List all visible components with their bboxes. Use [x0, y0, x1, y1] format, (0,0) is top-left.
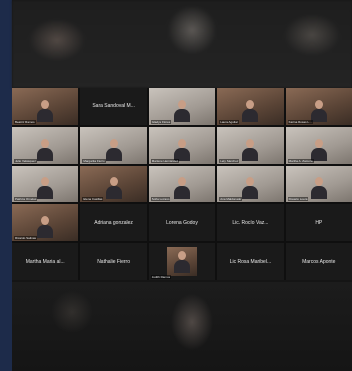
participant-tile[interactable]: Ana Maldonado [217, 165, 284, 203]
participant-tile[interactable]: Julio Velásquez [12, 126, 79, 164]
participant-name: Sara Sandoval M... [92, 103, 135, 110]
participant-tile[interactable]: Martha A. Zamora [285, 126, 352, 164]
participant-name-tag: Ana Maldonado [219, 197, 243, 202]
participant-figure [37, 216, 54, 239]
participant-tile[interactable]: Lety Sánchez [217, 126, 284, 164]
participant-tile[interactable]: Lorena Godoy [148, 204, 216, 242]
participant-figure [173, 250, 190, 273]
participant-figure [310, 138, 327, 161]
participant-figure [105, 177, 122, 200]
participant-figure [173, 99, 190, 122]
participant-figure [310, 177, 327, 200]
participant-name-tag: Lety Sánchez [219, 158, 240, 163]
participant-tile[interactable]: Laura Aguilar [217, 88, 284, 125]
participant-tile[interactable]: Beatriz Ramos [12, 88, 79, 125]
participant-tile[interactable]: Ricardo Salinas [12, 204, 79, 242]
participant-name-tag: Karina Rosas L... [287, 119, 313, 124]
participant-figure [173, 138, 190, 161]
participant-figure [37, 138, 54, 161]
participant-gallery-grid: Beatriz Ramos Sara Sandoval M... Gladys Fl… [12, 88, 352, 280]
participant-tile[interactable]: Sofía Lozano [148, 165, 216, 203]
participant-name: Lic Rosa Maribel... [229, 258, 272, 265]
participant-name-tag: Sofía Lozano [150, 197, 171, 202]
participant-tile[interactable]: Elena Casillas [80, 165, 147, 203]
participant-name-tag: Beatriz Ramos [14, 119, 36, 124]
participant-name-tag: Rosario Loera [287, 197, 309, 202]
participant-name-tag: Marlene Hernández [150, 158, 180, 163]
participant-name-tag: Ricardo Salinas [14, 236, 38, 241]
participant-tile[interactable]: Adriana gonzalez [80, 204, 147, 242]
participant-name-tag: Martha A. Zamora [287, 158, 314, 163]
participant-tile[interactable]: Marlene Hernández [148, 126, 216, 164]
participant-tile[interactable]: Patricia Ornelas [12, 165, 79, 203]
participant-name-tag: Elena Casillas [82, 197, 104, 202]
participant-tile[interactable]: Judith Ramos [148, 243, 216, 280]
participant-name: Nathalie Fierro [97, 258, 130, 265]
participant-name: Lorena Godoy [166, 219, 198, 226]
participant-name-tag: Julio Velásquez [14, 158, 37, 163]
participant-name: Marcos Aponte [302, 258, 336, 265]
participant-video [166, 247, 198, 276]
participant-name: Lic. Rocío Vaz... [232, 219, 269, 226]
participant-tile[interactable]: Martha Maria al... [12, 243, 79, 280]
participant-tile[interactable]: Karina Rosas L... [285, 88, 352, 125]
participant-tile[interactable]: Sara Sandoval M... [80, 88, 147, 125]
participant-figure [242, 138, 259, 161]
participant-name-tag: Judith Ramos [150, 274, 172, 279]
participant-tile[interactable]: Rosario Loera [285, 165, 352, 203]
participant-figure [310, 99, 327, 122]
participant-name: HP [315, 219, 323, 226]
participant-tile[interactable]: Margarita Fierro [80, 126, 147, 164]
participant-tile[interactable]: Nathalie Fierro [80, 243, 147, 280]
participant-tile[interactable]: Marcos Aponte [285, 243, 352, 280]
participant-tile[interactable]: Lic. Rocío Vaz... [217, 204, 284, 242]
participant-name-tag: Laura Aguilar [219, 119, 239, 124]
blurred-background-bottom [12, 282, 352, 371]
participant-tile[interactable]: Lic Rosa Maribel... [217, 243, 284, 280]
participant-tile[interactable]: Gladys Flores [148, 88, 216, 125]
participant-name-tag: Gladys Flores [150, 119, 172, 124]
participant-figure [242, 177, 259, 200]
participant-name: Martha Maria al... [25, 258, 65, 265]
participant-figure [242, 99, 259, 122]
participant-name: Adriana gonzalez [94, 219, 133, 226]
participant-name-tag: Margarita Fierro [82, 158, 106, 163]
participant-figure [37, 99, 54, 122]
participant-figure [173, 177, 190, 200]
participant-figure [105, 138, 122, 161]
participant-name-tag: Patricia Ornelas [14, 197, 38, 202]
window-edge [0, 0, 12, 371]
participant-figure [37, 177, 54, 200]
participant-tile[interactable]: HP [285, 204, 352, 242]
blurred-background-top [12, 0, 352, 88]
